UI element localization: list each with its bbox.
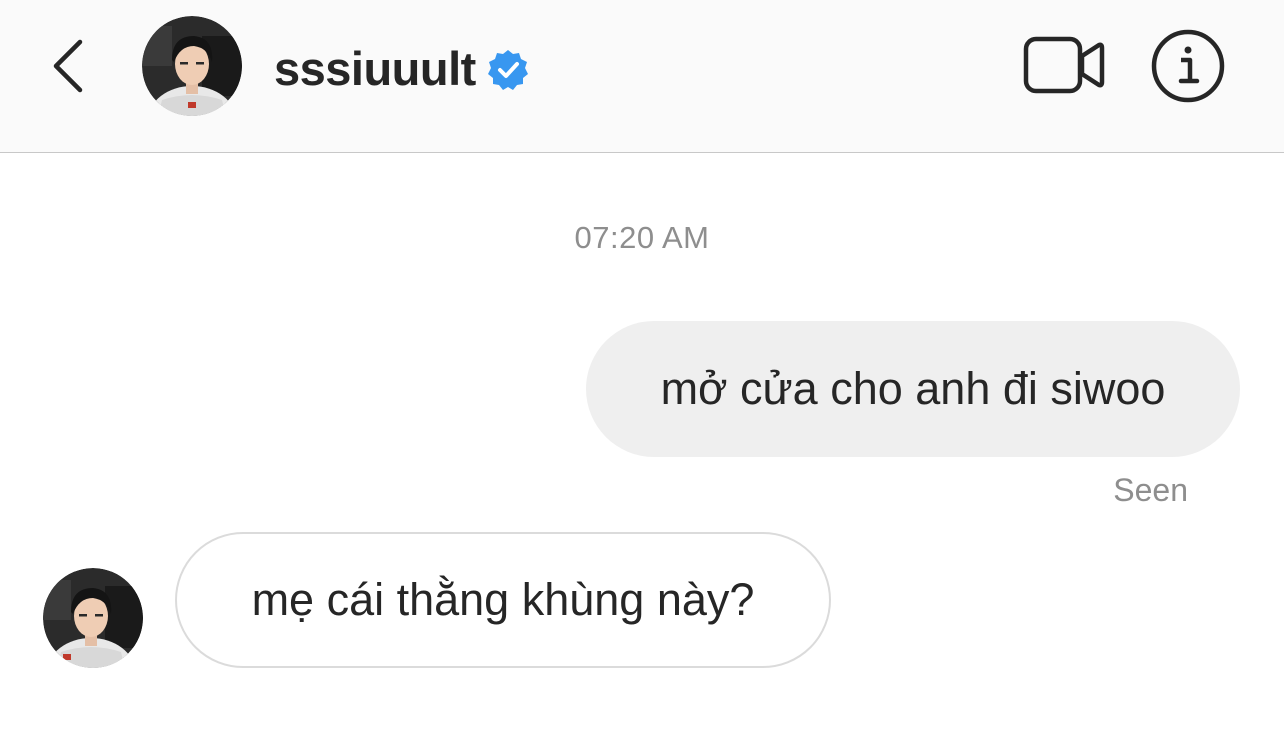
- video-camera-icon: [1023, 36, 1105, 94]
- verified-badge-icon: [487, 50, 528, 90]
- incoming-message-bubble[interactable]: mẹ cái thằng khùng này?: [175, 532, 831, 668]
- video-call-button[interactable]: [1022, 34, 1106, 96]
- profile-avatar[interactable]: [142, 16, 242, 116]
- message-timestamp: 07:20 AM: [574, 220, 710, 255]
- username-link[interactable]: sssiuuult: [274, 38, 530, 98]
- avatar-photo: [142, 16, 242, 116]
- username: sssiuuult: [274, 41, 476, 95]
- outgoing-message-bubble[interactable]: mở cửa cho anh đi siwoo: [586, 321, 1240, 457]
- seen-status: Seen: [1113, 472, 1188, 508]
- info-button[interactable]: [1150, 28, 1226, 104]
- back-button[interactable]: [40, 30, 100, 100]
- outgoing-message-text: mở cửa cho anh đi siwoo: [660, 363, 1166, 414]
- sender-avatar[interactable]: [43, 568, 143, 668]
- avatar-photo: [43, 568, 143, 668]
- info-icon: [1151, 29, 1225, 103]
- chevron-left-icon: [53, 39, 83, 93]
- incoming-message-text: mẹ cái thằng khùng này?: [251, 574, 755, 625]
- chat-header: sssiuuult: [0, 0, 1284, 153]
- direct-message-screen: sssiuuult 07:20 AM mở cửa cho anh đi siw…: [0, 0, 1284, 756]
